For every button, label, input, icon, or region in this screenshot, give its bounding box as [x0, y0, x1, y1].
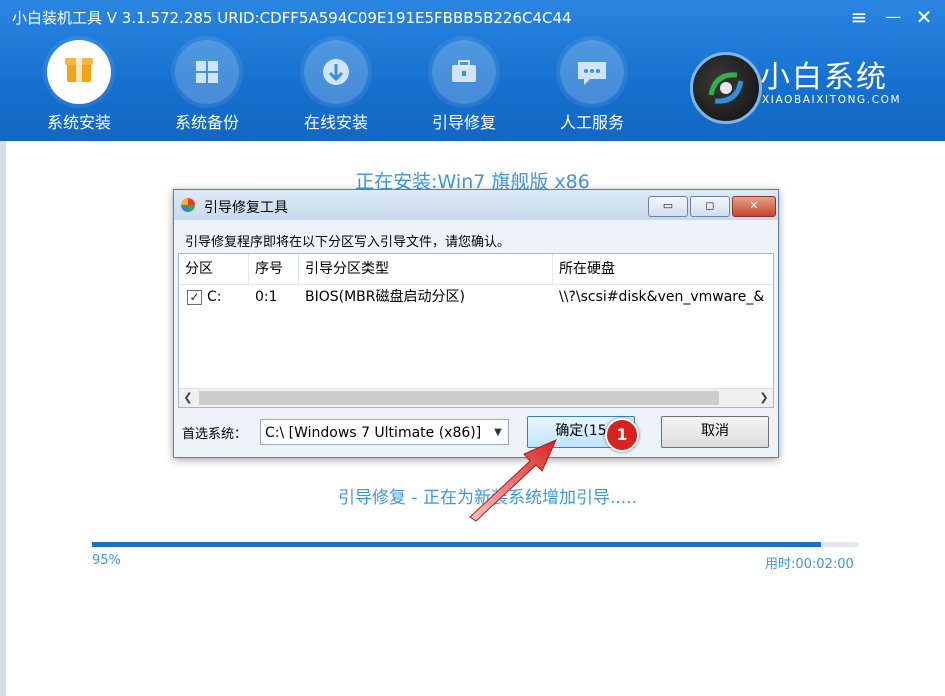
app-window: 小白装机工具 V 3.1.572.285 URID:CDFF5A594C09E1… [0, 0, 945, 696]
pointer-arrow-icon [469, 439, 557, 522]
step-badge: 1 [605, 418, 639, 452]
